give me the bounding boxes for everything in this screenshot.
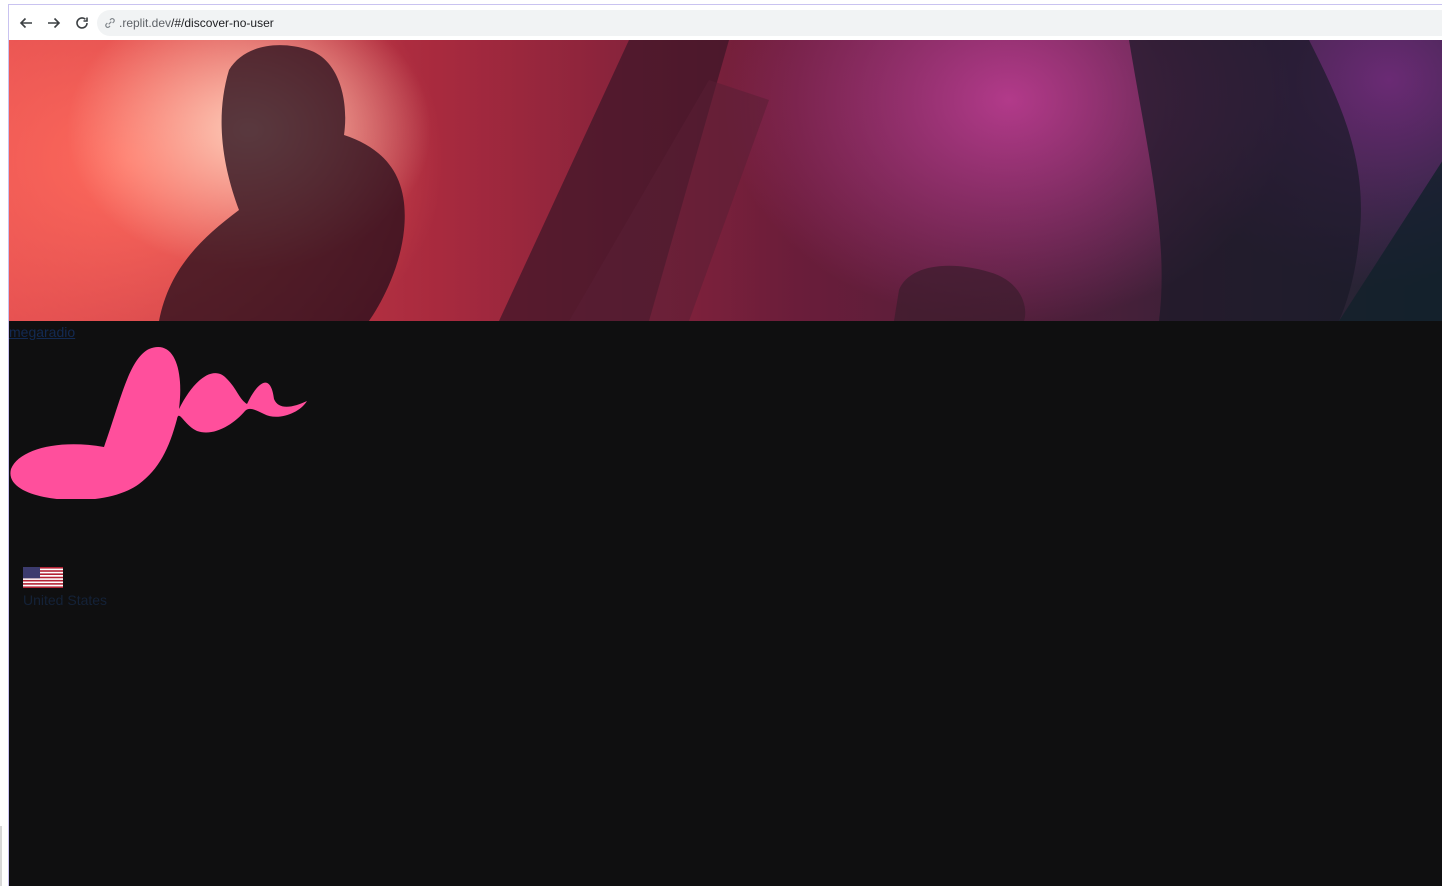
us-flag-icon (23, 567, 63, 588)
hero-banner-image (9, 40, 1442, 321)
country-name: United States (23, 592, 108, 608)
megaradio-logo (10, 347, 307, 499)
country-selector[interactable]: United States (23, 567, 107, 608)
url-text: .replit.dev/#/discover-no-user (119, 16, 274, 30)
browser-toolbar: .replit.dev/#/discover-no-user (9, 5, 1442, 40)
back-button[interactable] (13, 10, 39, 36)
reload-icon (76, 16, 88, 29)
link-icon (105, 18, 115, 28)
arrow-left-icon (19, 17, 32, 28)
url-host: .replit.dev (119, 16, 172, 30)
forward-button[interactable] (41, 10, 67, 36)
window-edge (0, 826, 2, 886)
browser-window: .replit.dev/#/discover-no-user megaradio (8, 4, 1442, 886)
reload-button[interactable] (69, 10, 95, 36)
arrow-right-icon (48, 17, 61, 28)
username-link[interactable]: megaradio (9, 324, 75, 340)
concert-crowd-silhouette (159, 40, 1442, 321)
url-path: /#/discover-no-user (171, 16, 274, 30)
address-bar[interactable]: .replit.dev/#/discover-no-user (97, 10, 1442, 36)
